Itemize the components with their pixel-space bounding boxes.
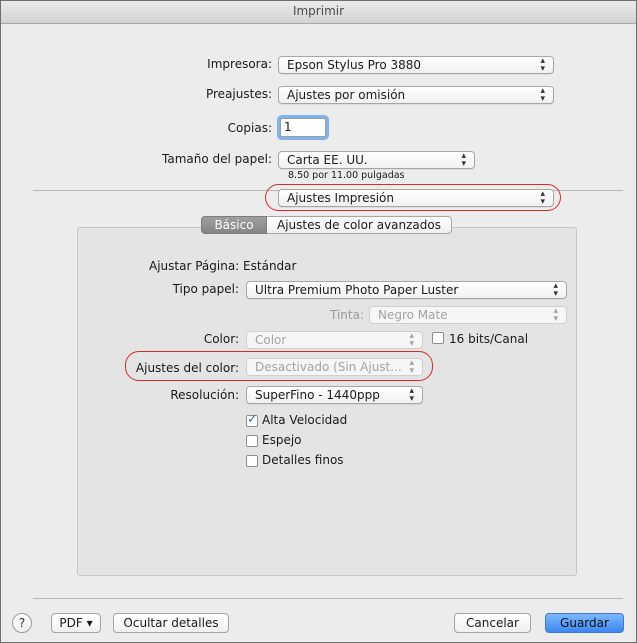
pdf-menu-button[interactable]: PDF ▾ bbox=[51, 613, 101, 633]
ink-popup: Negro Mate ▴ ▾ bbox=[369, 306, 567, 324]
paper-dimensions: 8.50 por 11.00 pulgadas bbox=[288, 170, 405, 181]
hide-details-button[interactable]: Ocultar detalles bbox=[113, 613, 229, 633]
page-setup-label: Ajustar Página: bbox=[149, 259, 240, 273]
presets-label: Preajustes: bbox=[205, 87, 272, 101]
paper-size-popup[interactable]: Carta EE. UU. ▴ ▾ bbox=[278, 151, 475, 169]
tab-basic[interactable]: Básico bbox=[201, 216, 267, 234]
mirror-label: Espejo bbox=[262, 433, 302, 447]
mirror-checkbox[interactable] bbox=[246, 435, 258, 447]
color-settings-label: Ajustes del color: bbox=[135, 361, 239, 375]
fine-detail-label: Detalles finos bbox=[262, 453, 344, 467]
updown-arrows-icon: ▴ ▾ bbox=[409, 331, 414, 349]
copies-field[interactable]: 1 bbox=[280, 118, 326, 137]
color-popup: Color ▴ ▾ bbox=[246, 331, 423, 349]
printer-popup[interactable]: Epson Stylus Pro 3880 ▴ ▾ bbox=[278, 56, 554, 74]
page-setup-value: Estándar bbox=[243, 259, 297, 273]
presets-value: Ajustes por omisión bbox=[287, 88, 406, 102]
color-settings-popup: Desactivado (Sin Ajust... ▴ ▾ bbox=[246, 358, 423, 376]
updown-arrows-icon: ▴ ▾ bbox=[540, 86, 545, 104]
printer-value: Epson Stylus Pro 3880 bbox=[287, 58, 422, 72]
updown-arrows-icon: ▴ ▾ bbox=[540, 189, 545, 207]
updown-arrows-icon: ▴ ▾ bbox=[409, 386, 414, 404]
ink-value: Negro Mate bbox=[378, 308, 448, 322]
resolution-value: SuperFino - 1440ppp bbox=[255, 388, 380, 402]
updown-arrows-icon: ▴ ▾ bbox=[461, 151, 466, 169]
paper-size-label: Tamaño del papel: bbox=[162, 152, 272, 166]
updown-arrows-icon: ▴ ▾ bbox=[553, 281, 558, 299]
save-button[interactable]: Guardar bbox=[545, 613, 624, 633]
updown-arrows-icon: ▴ ▾ bbox=[553, 306, 558, 324]
print-dialog: Imprimir Impresora: Epson Stylus Pro 388… bbox=[0, 0, 637, 643]
window-title: Imprimir bbox=[292, 4, 345, 18]
bits-checkbox[interactable] bbox=[432, 332, 444, 344]
help-button[interactable]: ? bbox=[12, 613, 32, 633]
title-bar: Imprimir bbox=[1, 1, 636, 24]
paper-type-label: Tipo papel: bbox=[172, 282, 239, 296]
resolution-label: Resolución: bbox=[170, 388, 239, 402]
bits-label: 16 bits/Canal bbox=[449, 332, 529, 346]
cancel-button[interactable]: Cancelar bbox=[454, 613, 531, 633]
presets-popup[interactable]: Ajustes por omisión ▴ ▾ bbox=[278, 86, 554, 104]
footer-separator bbox=[33, 598, 623, 599]
printer-label: Impresora: bbox=[207, 57, 272, 71]
copies-value: 1 bbox=[284, 120, 292, 134]
high-speed-label: Alta Velocidad bbox=[262, 413, 348, 427]
color-label: Color: bbox=[203, 332, 239, 346]
copies-label: Copias: bbox=[227, 121, 272, 135]
checkmark-icon: ✓ bbox=[247, 412, 258, 427]
fine-detail-checkbox[interactable] bbox=[246, 455, 258, 467]
color-value: Color bbox=[255, 333, 287, 347]
section-popup[interactable]: Ajustes Impresión ▴ ▾ bbox=[278, 189, 554, 207]
tab-advanced-color[interactable]: Ajustes de color avanzados bbox=[267, 216, 452, 234]
color-settings-value: Desactivado (Sin Ajust... bbox=[255, 360, 402, 374]
paper-type-popup[interactable]: Ultra Premium Photo Paper Luster ▴ ▾ bbox=[246, 281, 567, 299]
updown-arrows-icon: ▴ ▾ bbox=[409, 358, 414, 376]
high-speed-checkbox[interactable]: ✓ bbox=[246, 412, 258, 427]
paper-type-value: Ultra Premium Photo Paper Luster bbox=[255, 283, 459, 297]
page-setup-text: Ajustar Página: Estándar bbox=[149, 259, 296, 273]
section-value: Ajustes Impresión bbox=[287, 191, 394, 205]
updown-arrows-icon: ▴ ▾ bbox=[540, 56, 545, 74]
paper-size-value: Carta EE. UU. bbox=[287, 153, 368, 167]
ink-label: Tinta: bbox=[329, 308, 364, 322]
resolution-popup[interactable]: SuperFino - 1440ppp ▴ ▾ bbox=[246, 386, 423, 404]
